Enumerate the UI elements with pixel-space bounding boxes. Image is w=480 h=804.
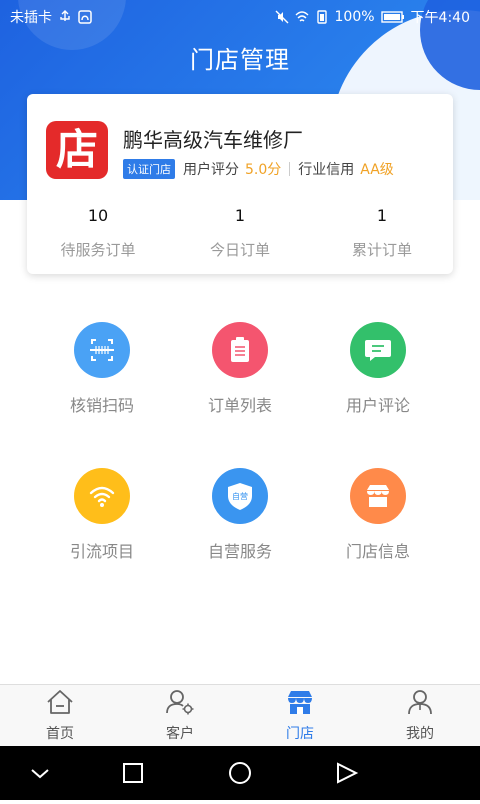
time-text: 下午4:40: [410, 10, 470, 26]
order-stats: 10 待服务订单 1 今日订单 1 累计订单: [27, 206, 453, 260]
recent-square-icon[interactable]: [123, 763, 143, 783]
nav-customer[interactable]: 客户: [120, 685, 240, 747]
credit-value: AA级: [360, 162, 394, 178]
store-logo: 店: [46, 121, 108, 179]
nav-label: 首页: [46, 726, 74, 742]
store-meta: 认证门店 用户评分 5.0分 行业信用 AA级: [123, 159, 394, 179]
profile-icon: [408, 690, 432, 715]
status-bar: 未插卡 100% 下午4:40: [0, 0, 480, 32]
comment-icon: [365, 340, 391, 361]
stat-pending-orders[interactable]: 10 待服务订单: [27, 206, 169, 260]
stat-label: 今日订单: [209, 241, 270, 259]
feature-order-list[interactable]: 订单列表: [180, 322, 300, 416]
shield-icon-text: 自营: [232, 491, 248, 501]
nav-store[interactable]: 门店: [240, 685, 360, 747]
feature-label: 用户评论: [345, 396, 410, 415]
app-notification-icon: [78, 10, 92, 24]
rating-label: 用户评分: [183, 162, 239, 178]
battery-bar-icon: [380, 11, 404, 23]
feature-label: 门店信息: [345, 542, 410, 561]
stat-value: 10: [87, 206, 109, 225]
feature-traffic-circle: [74, 468, 130, 524]
page-title: 门店管理: [190, 46, 290, 74]
feature-scan-circle: [74, 322, 130, 378]
stat-label: 累计订单: [351, 241, 412, 259]
credit-label: 行业信用: [298, 162, 355, 178]
divider: [289, 162, 291, 176]
feature-scan[interactable]: 核销扫码: [42, 322, 162, 416]
store-icon: [367, 485, 389, 507]
feature-order-list-circle: [212, 322, 268, 378]
feature-label: 订单列表: [207, 396, 272, 415]
nav-home[interactable]: 首页: [0, 685, 120, 747]
shield-icon: 自营: [228, 483, 252, 510]
back-chevron-icon[interactable]: [31, 769, 49, 779]
home-circle-icon[interactable]: [229, 762, 251, 784]
nav-label: 我的: [406, 726, 434, 742]
feature-label: 核销扫码: [69, 396, 134, 415]
nav-label: 客户: [166, 726, 194, 742]
feature-store-info[interactable]: 门店信息: [318, 468, 438, 562]
feature-store-info-circle: [350, 468, 406, 524]
system-nav-bar: [0, 746, 480, 800]
feature-label: 引流项目: [69, 542, 134, 561]
stat-label: 待服务订单: [60, 241, 136, 259]
wifi-icon: [89, 486, 115, 507]
clipboard-icon: [231, 337, 249, 362]
mute-icon: [275, 10, 289, 24]
nav-mine[interactable]: 我的: [360, 685, 480, 747]
carrier-text: 未插卡: [10, 10, 52, 26]
store-name: 鹏华高级汽车维修厂: [123, 128, 303, 152]
feature-comments-circle: [350, 322, 406, 378]
feature-traffic[interactable]: 引流项目: [42, 468, 162, 562]
stat-value: 1: [234, 206, 246, 225]
feature-label: 自营服务: [207, 542, 272, 561]
battery-icon: [316, 10, 327, 24]
certified-badge: 认证门店: [123, 159, 175, 179]
customer-icon: [166, 690, 194, 715]
scan-icon: [90, 339, 114, 361]
back-triangle-icon[interactable]: [337, 762, 359, 784]
bottom-nav: 首页 客户 门店 我的: [0, 684, 480, 747]
home-icon: [47, 690, 73, 714]
battery-text: 100%: [334, 9, 375, 25]
stat-total-orders[interactable]: 1 累计订单: [311, 206, 453, 260]
rating-value: 5.0分: [245, 162, 282, 178]
feature-self-service[interactable]: 自营 自营服务: [180, 468, 300, 562]
stat-today-orders[interactable]: 1 今日订单: [169, 206, 311, 260]
usb-icon: [60, 10, 70, 21]
store-icon: [288, 691, 312, 714]
store-card: 店 鹏华高级汽车维修厂 认证门店 用户评分 5.0分 行业信用 AA级 10 待…: [27, 94, 453, 274]
wifi-status-icon: [295, 11, 309, 22]
nav-label: 门店: [286, 726, 314, 742]
stat-value: 1: [376, 206, 388, 225]
feature-comments[interactable]: 用户评论: [318, 322, 438, 416]
feature-self-service-circle: 自营: [212, 468, 268, 524]
